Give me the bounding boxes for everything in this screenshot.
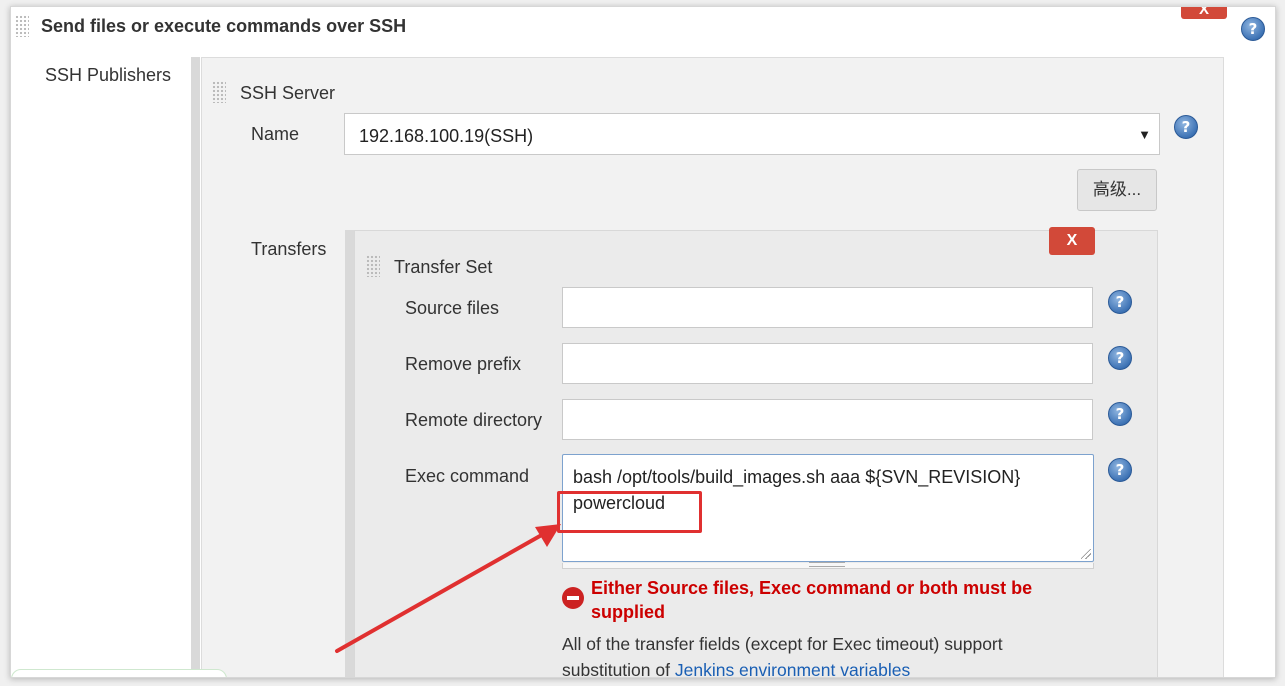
ssh-publish-config-panel: Send files or execute commands over SSH … — [10, 6, 1276, 678]
annotation-arrow — [335, 524, 561, 653]
bottom-tab — [11, 669, 227, 677]
